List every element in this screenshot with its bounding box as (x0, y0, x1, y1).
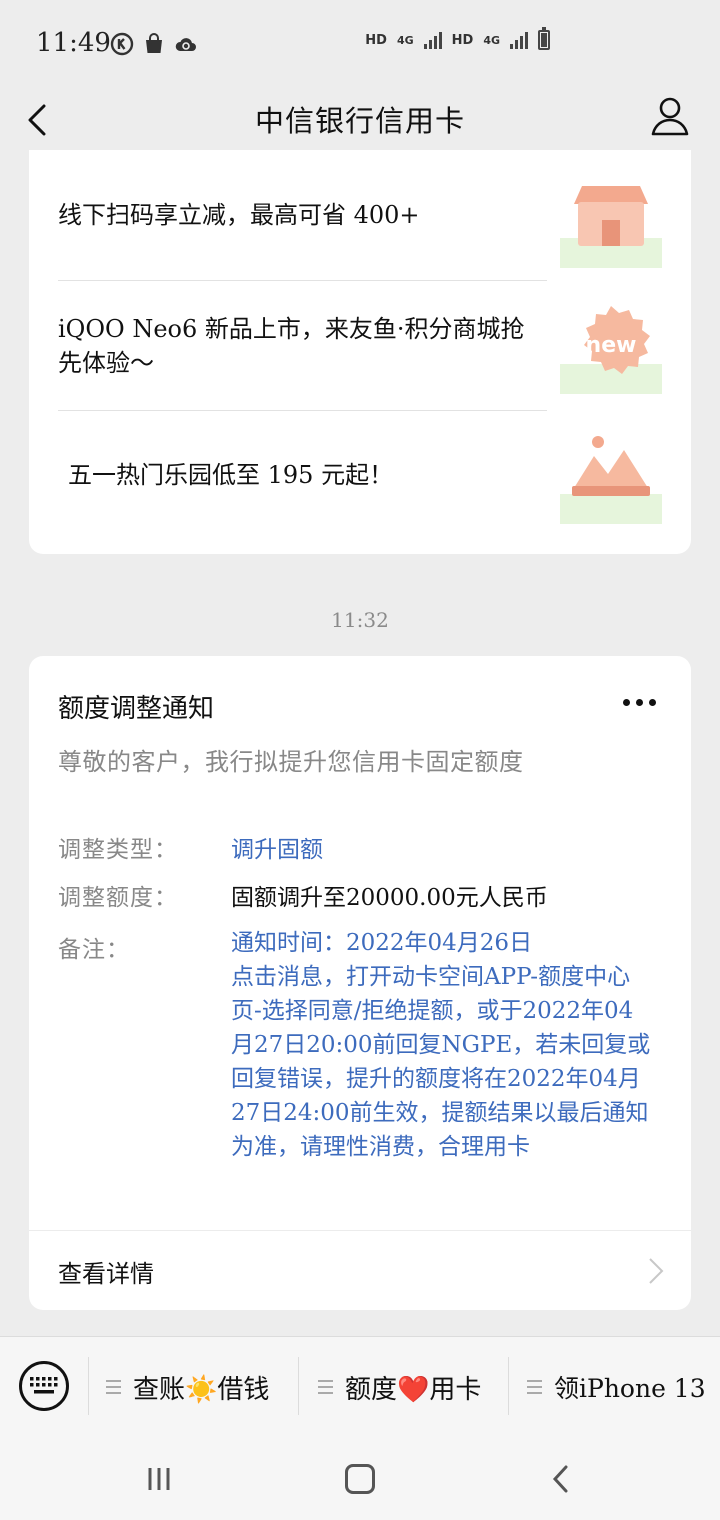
menu-lines-icon (318, 1380, 333, 1394)
system-back-icon[interactable] (550, 1464, 572, 1494)
signal-icon (423, 31, 442, 49)
battery-icon (538, 27, 550, 50)
remark-body: 点击消息，打开动卡空间APP-额度中心页-选择同意/拒绝提额，或于2022年04… (231, 964, 651, 1160)
menu-item-label: 查账☀️借钱 (133, 1374, 270, 1405)
menu-item-label: 领iPhone 13 (554, 1374, 706, 1403)
status-icons (110, 32, 198, 56)
row-label-amount: 调整额度： (58, 885, 178, 911)
menu-separator (88, 1357, 89, 1415)
more-options-button[interactable] (623, 692, 659, 712)
store-icon[interactable] (560, 176, 662, 268)
divider (58, 410, 547, 411)
network-gen-1: 4G (396, 33, 414, 47)
system-nav-bar (0, 1436, 720, 1520)
signal-icon (510, 31, 528, 49)
promo-item-3[interactable]: 五一热门乐园低至 195 元起！ (68, 458, 557, 492)
chevron-right-icon (649, 1258, 664, 1284)
promo-item-2[interactable]: iQOO Neo6 新品上市，来友鱼·积分商城抢先体验～ (58, 312, 547, 380)
row-label-type: 调整类型： (58, 837, 178, 863)
remark-text: 通知时间：2022年04月26日 点击消息，打开动卡空间APP-额度中心页-选择… (231, 926, 651, 1164)
svg-text:new: new (586, 333, 637, 358)
promo-card: 线下扫码享立减，最高可省 400+ iQOO Neo6 新品上市，来友鱼·积分商… (29, 150, 691, 554)
menu-separator (298, 1357, 299, 1415)
status-right: HD 4G HD 4G (365, 27, 550, 50)
divider (29, 1230, 691, 1231)
remark-time: 通知时间：2022年04月26日 (231, 930, 533, 956)
home-icon[interactable] (345, 1464, 375, 1494)
recent-apps-icon[interactable] (146, 1466, 172, 1492)
network-hd-1: HD (365, 32, 387, 48)
menu-lines-icon (106, 1380, 121, 1394)
person-icon[interactable] (648, 94, 692, 138)
divider (58, 280, 547, 281)
status-bar: 11:49 HD 4G HD 4G (0, 0, 720, 88)
shopping-bag-icon (146, 33, 162, 53)
cloud-sync-icon (175, 38, 196, 51)
menu-item-label: 额度❤️用卡 (345, 1374, 482, 1405)
network-gen-2: 4G (483, 33, 500, 47)
menu-item-credit-limit[interactable]: 额度❤️用卡 (318, 1359, 481, 1415)
menu-separator (508, 1357, 509, 1415)
k-circle-icon (110, 32, 134, 56)
keyboard-icon (30, 1377, 58, 1394)
row-label-remark: 备注： (58, 937, 130, 963)
menu-item-iphone[interactable]: 领iPhone 13 (527, 1359, 706, 1415)
timestamp: 11:32 (331, 608, 389, 632)
new-badge-icon[interactable]: new (560, 302, 662, 394)
page-title: 中信银行信用卡 (254, 104, 465, 138)
notice-subtitle: 尊敬的客户，我行拟提升您信用卡固定额度 (58, 748, 524, 776)
notice-title: 额度调整通知 (58, 694, 215, 724)
notice-card[interactable]: 额度调整通知 尊敬的客户，我行拟提升您信用卡固定额度 调整类型： 调升固额 调整… (29, 656, 691, 1310)
row-value-type: 调升固额 (231, 837, 323, 863)
row-value-amount: 固额调升至20000.00元人民币 (231, 885, 548, 911)
mountain-image-icon[interactable] (560, 432, 662, 524)
menu-lines-icon (527, 1380, 542, 1394)
keyboard-toggle-button[interactable] (19, 1361, 69, 1411)
status-time: 11:49 (36, 28, 111, 58)
bottom-menu-bar: 查账☀️借钱 额度❤️用卡 领iPhone 13 (0, 1336, 720, 1436)
promo-item-1[interactable]: 线下扫码享立减，最高可省 400+ (58, 198, 547, 232)
network-hd-2: HD (451, 32, 474, 48)
view-details-link[interactable]: 查看详情 (58, 1254, 154, 1289)
menu-item-bill-loan[interactable]: 查账☀️借钱 (106, 1359, 269, 1415)
